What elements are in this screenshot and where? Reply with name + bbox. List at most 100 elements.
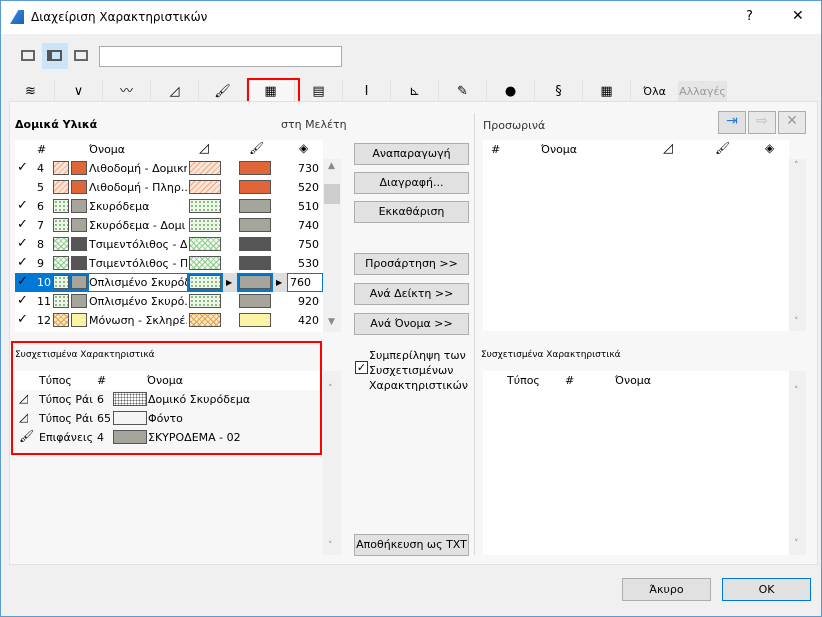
tab-label: Όλα [643,85,666,98]
view-details-button[interactable] [71,46,93,66]
table-row[interactable]: ✓ 11 Οπλισμένο Σκυρό... 920 [15,292,323,311]
duplicate-button[interactable]: Αναπαραγωγή [354,143,469,165]
index-value[interactable]: 760 [287,273,323,292]
app-icon [10,10,24,24]
tab-layers[interactable]: ≋ [7,81,55,102]
fill-dropdown-icon[interactable]: ▶ [223,273,237,292]
close-button[interactable]: ✕ [792,8,804,24]
scroll-up-icon[interactable]: ˄ [794,161,799,171]
material-name: Μόνωση - Σκληρέ... [89,314,187,327]
scroll-down-icon[interactable]: ▼ [328,317,335,327]
pen-icon: ∨ [73,84,84,99]
check-icon[interactable]: ✓ [17,160,28,175]
surface-swatch [239,237,271,251]
tab-pen[interactable]: ∨ [55,81,103,102]
fill-swatch [189,199,221,213]
composite-icon: ▤ [312,84,325,99]
tab-composite[interactable]: ▤ [295,81,343,102]
tab-globe[interactable]: ● [487,81,535,102]
scroll-up-icon[interactable]: ˄ [328,384,333,394]
label-line: Συσχετισμένων [369,364,454,377]
zone-icon: ⊾ [409,84,420,99]
color-swatch [71,237,87,251]
tab-line-type[interactable]: 〰 [103,81,151,102]
include-related-checkbox[interactable]: ✓ [355,361,368,374]
table-row[interactable]: ✓ 10 Οπλισμένο Σκυρόδε ▶ ▶ 760 [15,273,323,292]
check-icon[interactable]: ✓ [17,217,28,232]
materials-scrollbar[interactable]: ▲ ▼ [323,159,341,332]
color-swatch [71,313,87,327]
material-name[interactable]: Οπλισμένο Σκυρόδε [89,274,187,291]
col-num: # [565,374,575,387]
row-number: 7 [37,219,44,232]
table-row[interactable]: ✓ 12 Μόνωση - Σκληρέ... 420 [15,311,323,330]
line-type-icon: 〰 [119,84,133,99]
import-button[interactable]: ⇥ [718,111,746,134]
check-icon[interactable]: ✓ [17,274,28,289]
help-button[interactable]: ? [746,9,753,24]
scroll-down-icon[interactable]: ˅ [328,541,333,551]
pattern-swatch [53,199,69,213]
append-button[interactable]: Προσάρτηση >> [354,253,469,275]
tab-zone[interactable]: ⊾ [391,81,439,102]
table-row[interactable]: 5 Λιθοδομή - Πληρ... 520 [15,178,323,197]
table-row[interactable]: ✓ 7 Σκυρόδεμα - Δομι 740 [15,216,323,235]
scroll-up-icon[interactable]: ▲ [328,161,335,171]
related-right-scrollbar[interactable]: ˄ ˅ [789,371,806,555]
row-number: 8 [37,238,44,251]
fill-icon: ◿ [169,84,180,99]
left-title: Δομικά Υλικά [15,118,98,131]
surface-col-icon: 🖌 [249,141,265,155]
surface-swatch [239,180,271,194]
color-swatch [71,218,87,232]
tab-mep[interactable]: § [535,81,583,102]
tab-grid[interactable]: ▦ [583,81,631,102]
tab-surface-brush[interactable]: 🖌 [199,81,247,102]
tab-fill[interactable]: ◿ [151,81,199,102]
save-txt-button[interactable]: Αποθήκευση ως TXT [354,534,469,556]
index-value: 530 [298,257,319,270]
tab-markup[interactable]: ✎ [439,81,487,102]
profile-icon: I [364,84,369,99]
purge-button[interactable]: Εκκαθάριση [354,201,469,223]
table-row[interactable]: ✓ 9 Τσιμεντόλιθος - Π... 530 [15,254,323,273]
ok-button[interactable]: OK [722,578,811,601]
check-icon[interactable]: ✓ [17,312,28,327]
tab-profile[interactable]: I [343,81,391,102]
check-icon[interactable]: ✓ [17,255,28,270]
index-col-icon: ◈ [765,141,775,155]
surface-swatch [239,256,271,270]
surface-swatch [239,294,271,308]
table-row[interactable]: ✓ 8 Τσιμεντόλιθος - Δ... 750 [15,235,323,254]
color-swatch [71,180,87,194]
cancel-button[interactable]: Άκυρο [622,578,711,601]
temporary-scrollbar[interactable]: ˄ ˅ [789,159,806,331]
row-number: 4 [37,162,44,175]
tab-all[interactable]: Όλα [631,81,679,102]
scroll-up-icon[interactable]: ˄ [794,386,799,396]
surface-dropdown-icon[interactable]: ▶ [273,273,287,292]
by-name-button[interactable]: Ανά Όνομα >> [354,313,469,335]
check-icon[interactable]: ✓ [17,198,28,213]
table-row[interactable]: ✓ 4 Λιθοδομή - Δομική 730 [15,159,323,178]
table-row[interactable]: ✓ 6 Σκυρόδεμα 510 [15,197,323,216]
surface-swatch [239,313,271,327]
search-input[interactable] [99,46,342,67]
material-name: Σκυρόδεμα - Δομι [89,219,186,232]
row-number: 10 [37,276,51,289]
tab-changes[interactable]: Αλλαγές [679,81,727,102]
export-button[interactable]: ⇨ [748,111,776,134]
remove-button[interactable]: ✕ [778,111,806,134]
export-file-icon: ⇨ [756,113,768,129]
scroll-thumb[interactable] [324,184,340,204]
by-index-button[interactable]: Ανά Δείκτη >> [354,283,469,305]
scroll-down-icon[interactable]: ˅ [794,539,799,549]
view-list-button[interactable] [18,46,40,66]
related-left-scrollbar[interactable]: ˄ ˅ [323,371,341,555]
check-icon[interactable]: ✓ [17,236,28,251]
view-split-button[interactable] [42,43,68,69]
delete-button[interactable]: Διαγραφή... [354,172,469,194]
scroll-down-icon[interactable]: ˅ [794,317,799,327]
material-name: Τσιμεντόλιθος - Δ... [89,238,187,251]
check-icon[interactable]: ✓ [17,293,28,308]
